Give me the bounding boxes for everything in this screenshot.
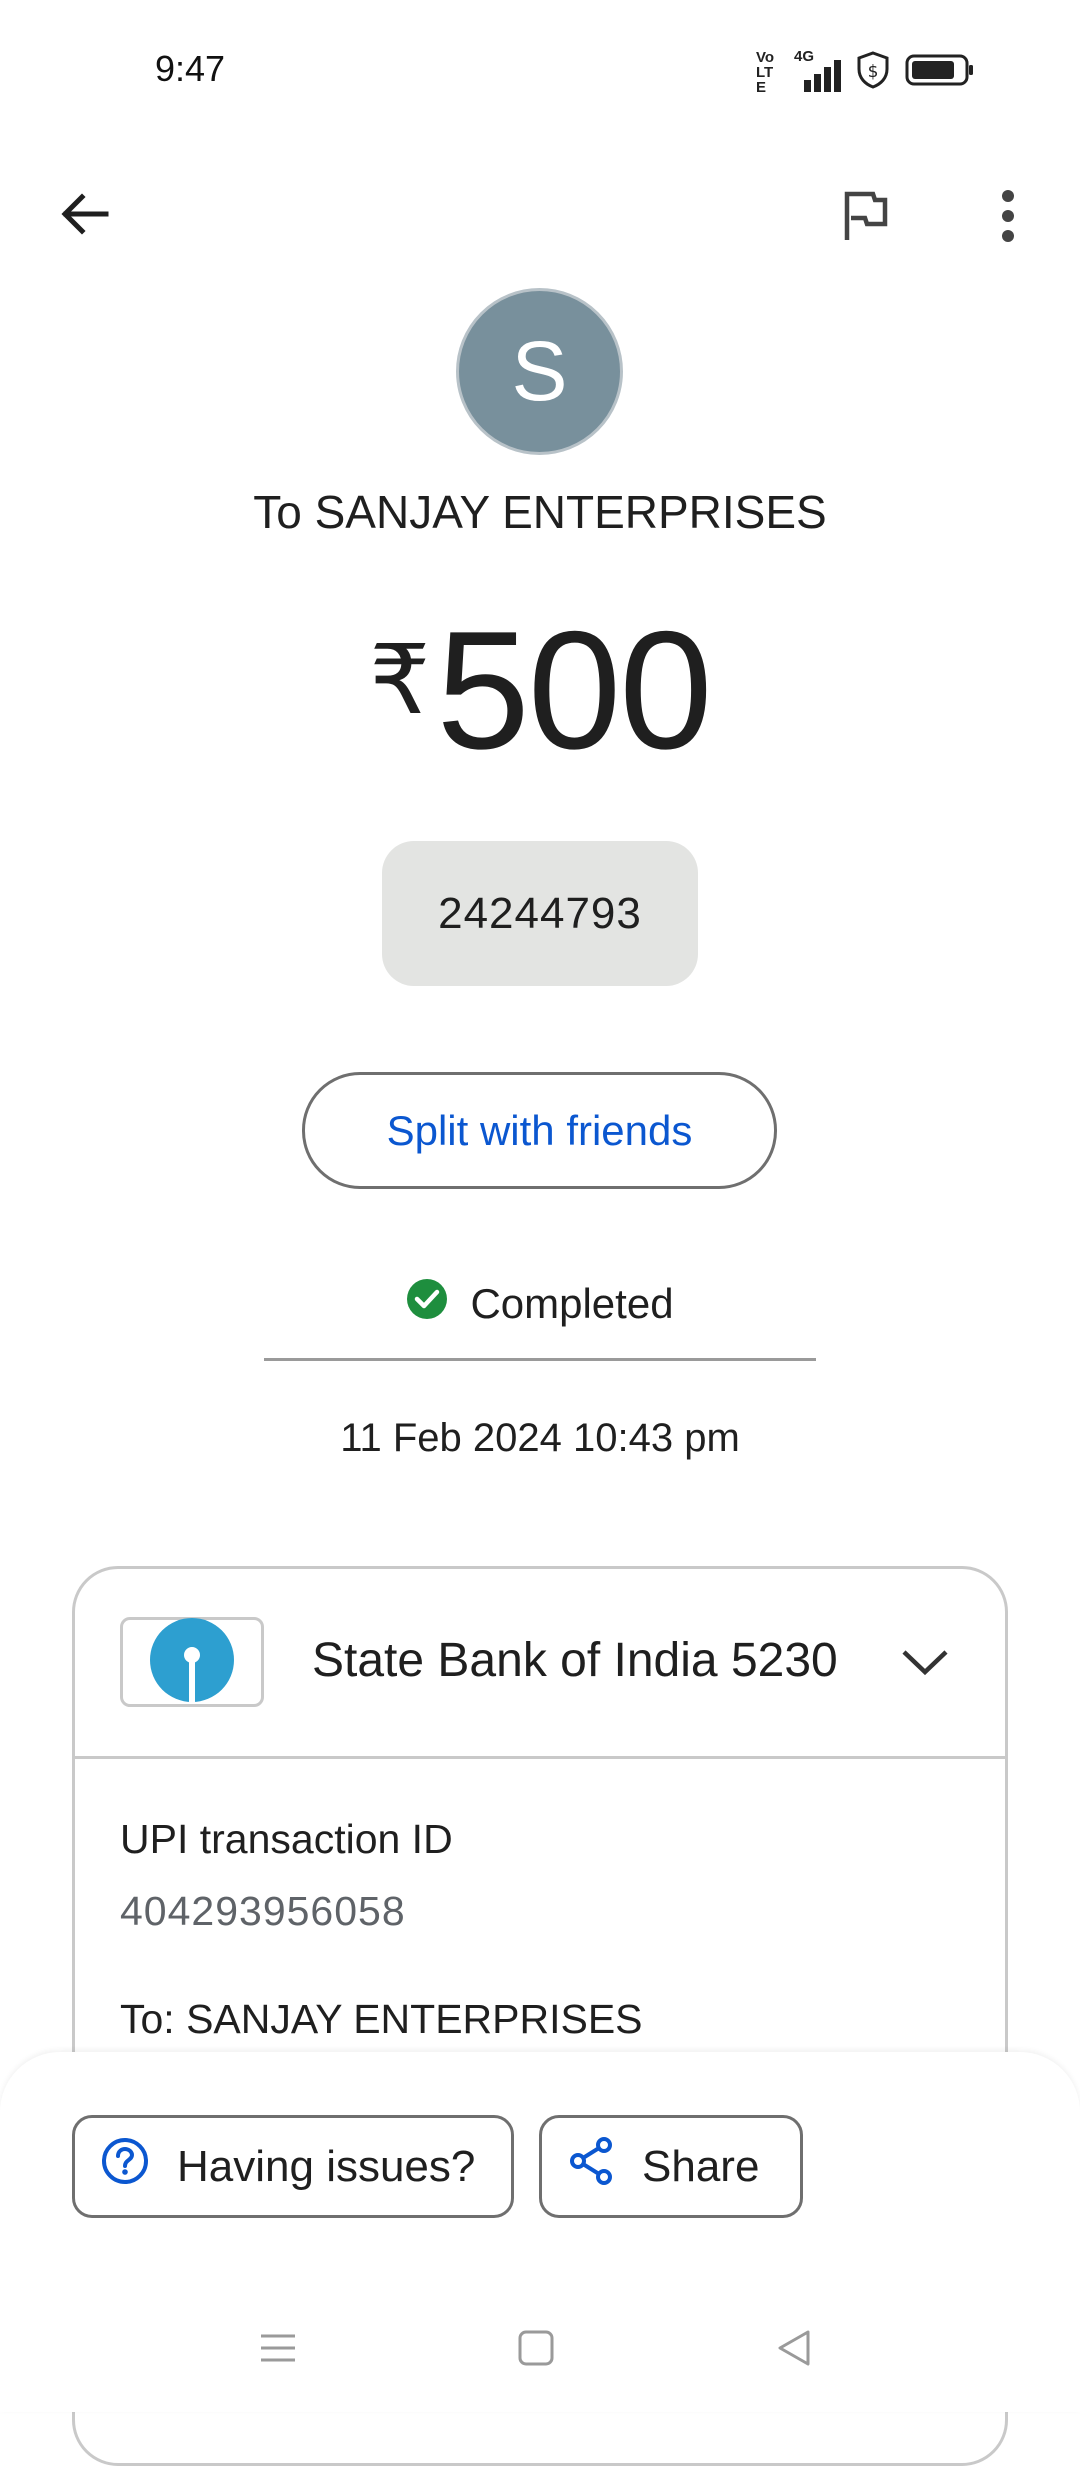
help-circle-icon [101, 2137, 149, 2196]
check-circle-icon [406, 1278, 448, 1330]
having-issues-label: Having issues? [177, 2141, 476, 2191]
status-divider [264, 1358, 816, 1361]
amount-value: 500 [436, 596, 712, 784]
more-options-button[interactable] [980, 180, 1036, 256]
share-icon [568, 2136, 614, 2197]
nav-menu-button[interactable] [248, 2320, 308, 2380]
currency-symbol: ₹ [369, 627, 431, 734]
battery-icon [905, 53, 975, 92]
upi-transaction-id-label: UPI transaction ID [120, 1816, 453, 1862]
sbi-logo-icon [149, 1617, 235, 1708]
arrow-left-icon [56, 186, 112, 247]
report-button[interactable] [826, 180, 902, 256]
avatar-initial: S [511, 324, 568, 418]
to-recipient-line: To: SANJAY ENTERPRISES [120, 1996, 643, 2042]
bank-logo [120, 1617, 264, 1707]
volte-icon: Vo LTE [756, 50, 780, 95]
transaction-datetime: 11 Feb 2024 10:43 pm [340, 1416, 740, 1460]
chevron-down-icon [900, 1647, 950, 1682]
payment-amount: ₹ 500 [0, 596, 1080, 784]
status-icons: Vo LTE 4G $ [756, 48, 975, 95]
avatar: S [456, 288, 623, 455]
volte-label: Vo LTE [756, 48, 775, 96]
shield-dollar-icon: $ [855, 50, 891, 95]
more-vertical-icon [998, 188, 1018, 249]
status-label: Completed [470, 1280, 674, 1327]
expand-details-button[interactable] [892, 1638, 958, 1690]
upi-transaction-id-value[interactable]: 404293956058 [120, 1888, 406, 1935]
status-row: Completed [0, 1278, 1080, 1330]
recipient-title: To SANJAY ENTERPRISES [253, 486, 827, 538]
share-button[interactable]: Share [539, 2115, 803, 2218]
back-triangle-icon [774, 2328, 814, 2373]
nav-back-button[interactable] [764, 2320, 824, 2380]
bank-account-name[interactable]: State Bank of India 5230 [312, 1633, 838, 1688]
status-time: 9:47 [155, 48, 226, 89]
signal-4g-icon: 4G [794, 48, 841, 92]
home-square-icon [516, 2328, 556, 2373]
share-label: Share [642, 2141, 760, 2191]
nav-home-button[interactable] [506, 2320, 566, 2380]
svg-text:$: $ [868, 62, 879, 82]
card-divider [75, 1756, 1005, 1759]
menu-icon [258, 2328, 298, 2373]
signal-4g-label: 4G [794, 48, 815, 65]
back-button[interactable] [48, 180, 120, 252]
split-with-friends-button[interactable]: Split with friends [302, 1072, 777, 1189]
payment-note-chip[interactable]: 24244793 [382, 841, 698, 986]
having-issues-button[interactable]: Having issues? [72, 2115, 514, 2218]
flag-icon [839, 188, 889, 249]
